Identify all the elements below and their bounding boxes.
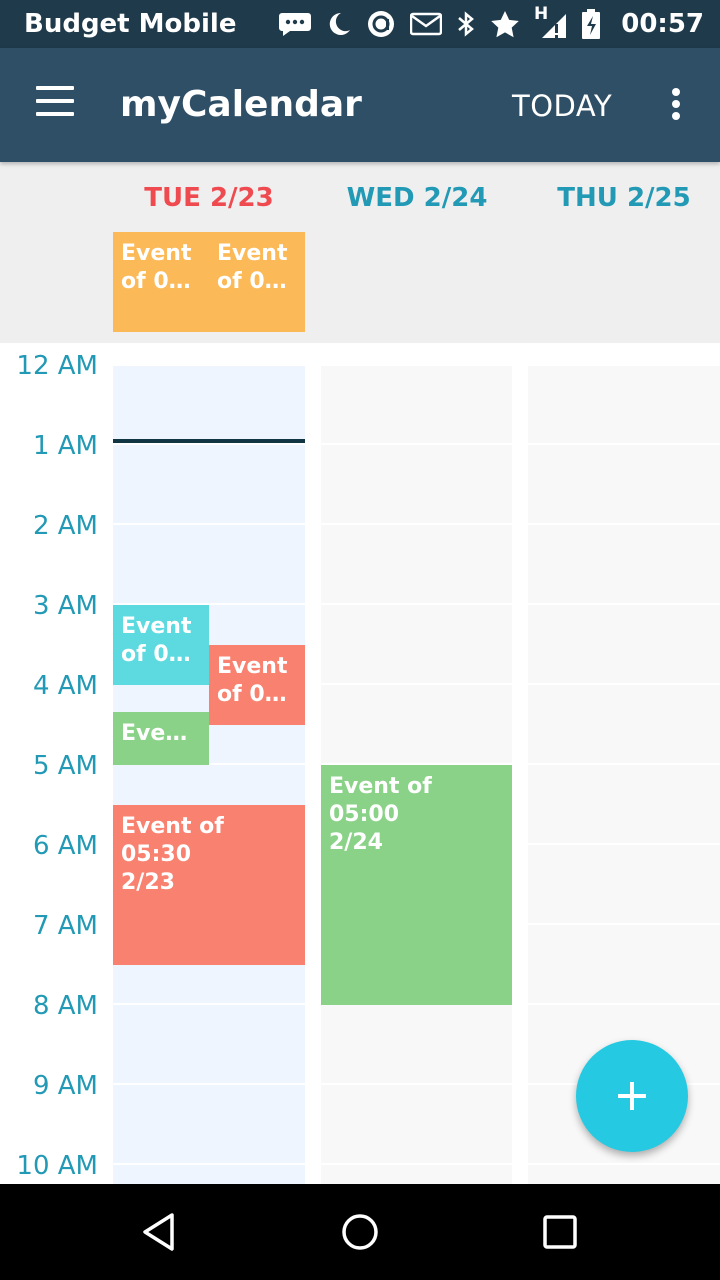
hour-label: 9 AM	[32, 1071, 98, 1101]
hour-label: 1 AM	[32, 431, 98, 461]
hour-grid-line	[528, 443, 720, 445]
carrier-name: Budget Mobile	[24, 9, 237, 39]
chat-icon	[278, 11, 312, 37]
today-button[interactable]: TODAY	[512, 88, 612, 124]
event-title: Event	[217, 654, 288, 679]
event-card[interactable]: Event of 05:30 2/23	[113, 805, 305, 965]
event-time: of 00:…	[121, 269, 201, 294]
hour-grid-line	[321, 683, 512, 685]
event-card[interactable]: Event…	[113, 712, 209, 765]
hour-label: 2 AM	[32, 511, 98, 541]
hour-label: 6 AM	[32, 831, 98, 861]
hour-label: 12 AM	[16, 351, 98, 381]
star-icon	[490, 10, 520, 38]
menu-icon[interactable]	[36, 86, 76, 120]
event-title: Event…	[121, 721, 201, 746]
hour-label: 4 AM	[32, 671, 98, 701]
event-card[interactable]: Event of 03:…	[209, 645, 305, 725]
event-date: 2/24	[329, 830, 383, 855]
hour-grid-line	[113, 1083, 305, 1085]
hour-grid-line	[528, 1003, 720, 1005]
home-icon[interactable]	[336, 1208, 384, 1256]
event-title: Event	[121, 241, 192, 266]
hour-grid-line	[113, 443, 305, 445]
event-title: Event of 05:30	[121, 814, 224, 867]
all-day-event[interactable]: Event of 00:…	[113, 232, 209, 332]
add-event-button[interactable]	[576, 1040, 688, 1152]
hour-grid-line	[113, 1163, 305, 1165]
hour-grid-line	[113, 523, 305, 525]
overflow-menu-icon[interactable]	[664, 84, 688, 124]
app-title: myCalendar	[120, 84, 362, 125]
hour-grid-line	[321, 603, 512, 605]
status-icons: H	[278, 4, 600, 40]
moon-icon	[326, 11, 352, 37]
hour-label: 8 AM	[32, 991, 98, 1021]
hour-grid-line	[528, 1163, 720, 1165]
event-date: 2/23	[121, 870, 175, 895]
hour-grid-line	[528, 763, 720, 765]
event-title: Event	[217, 241, 288, 266]
hour-grid-line	[528, 923, 720, 925]
event-time: of 03:…	[217, 682, 297, 707]
hour-grid-line	[528, 683, 720, 685]
day-header-tue[interactable]: TUE 2/23	[113, 180, 305, 216]
event-card[interactable]: Event of 05:00 2/24	[321, 765, 512, 1005]
day-header-thu[interactable]: THU 2/25	[528, 180, 720, 216]
day-column-tue[interactable]	[113, 366, 305, 1184]
network-type-label: H	[534, 4, 549, 24]
status-bar: Budget Mobile H 00:57	[0, 0, 720, 48]
battery-charging-icon	[582, 9, 600, 39]
day-header-wed[interactable]: WED 2/24	[321, 180, 513, 216]
hour-grid-line	[321, 523, 512, 525]
event-time: of 00:…	[217, 269, 297, 294]
hour-label: 5 AM	[32, 751, 98, 781]
clock: 00:57	[621, 9, 704, 39]
hour-grid-line	[528, 843, 720, 845]
event-card[interactable]: Event of 03:…	[113, 605, 209, 685]
hour-grid-line	[528, 603, 720, 605]
all-day-event[interactable]: Event of 00:…	[209, 232, 305, 332]
mail-icon	[410, 12, 442, 36]
hour-grid-line	[321, 1083, 512, 1085]
event-title: Event of 05:00	[329, 774, 432, 827]
current-time-indicator	[113, 439, 305, 443]
hour-grid-line	[113, 1003, 305, 1005]
app-bar: myCalendar TODAY	[0, 48, 720, 162]
hour-grid-line	[321, 443, 512, 445]
navigation-bar	[0, 1184, 720, 1280]
event-title: Event	[121, 614, 192, 639]
hour-grid-line	[528, 523, 720, 525]
back-icon[interactable]	[136, 1208, 184, 1256]
bluetooth-icon	[456, 10, 476, 38]
hour-grid-line	[321, 1163, 512, 1165]
recents-icon[interactable]	[536, 1208, 584, 1256]
hour-label: 7 AM	[32, 911, 98, 941]
circle-a-icon	[366, 9, 396, 39]
signal-icon: H	[534, 4, 568, 40]
event-time: of 03:…	[121, 642, 201, 667]
hour-label: 3 AM	[32, 591, 98, 621]
hour-label: 10 AM	[16, 1151, 98, 1181]
